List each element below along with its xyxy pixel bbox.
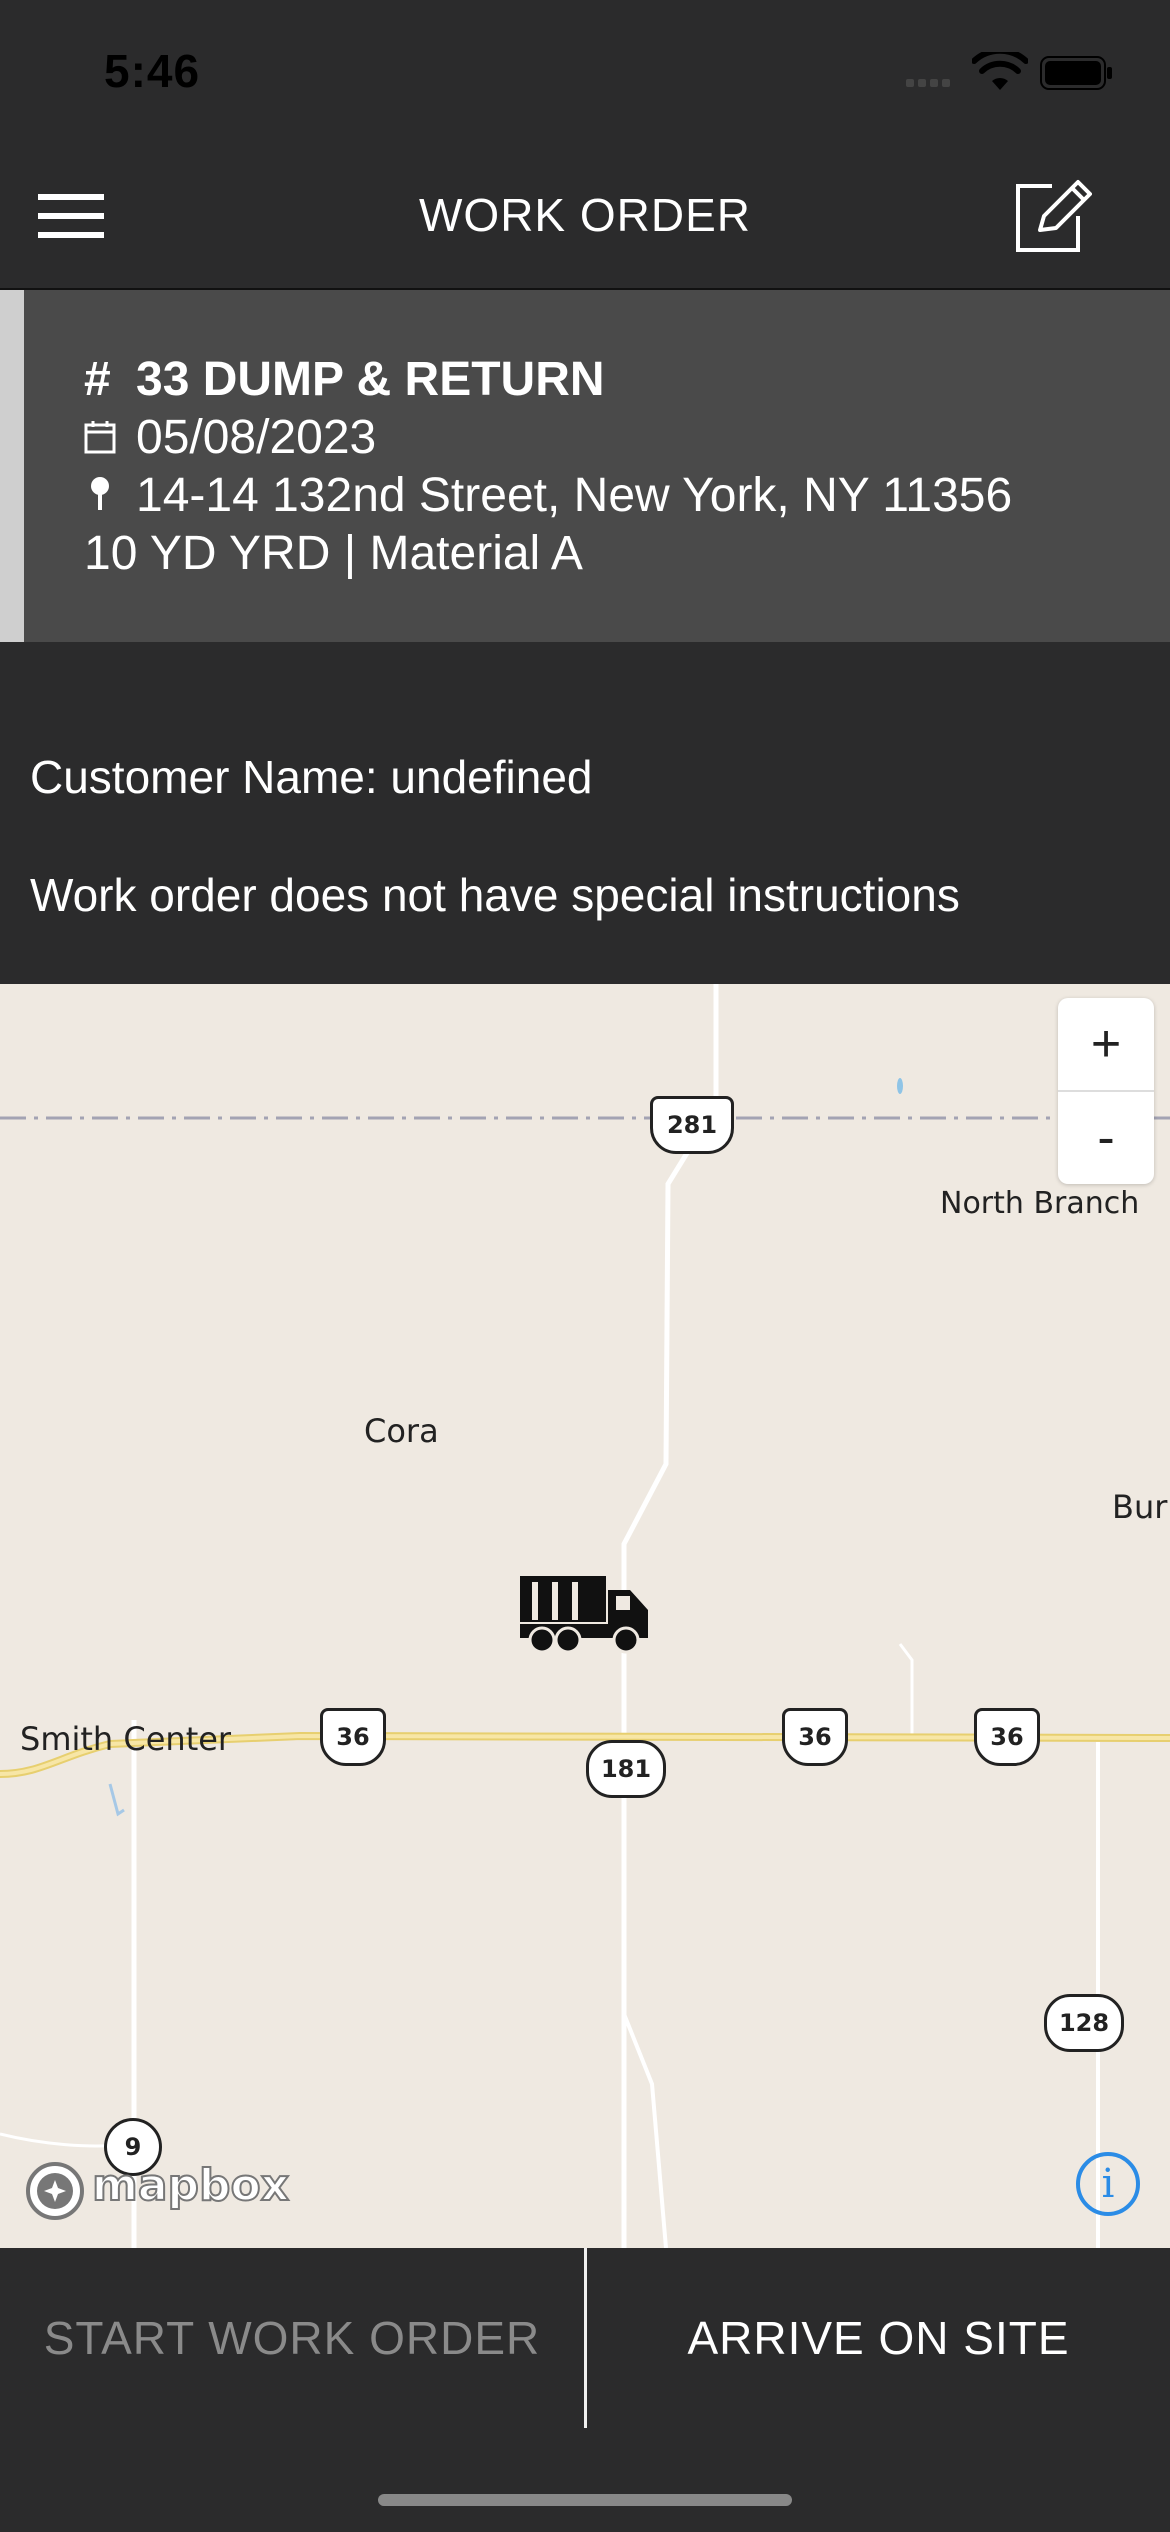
truck-marker-icon[interactable] bbox=[518, 1572, 652, 1656]
order-number-icon: # bbox=[84, 353, 111, 406]
location-pin-icon bbox=[91, 477, 109, 510]
page-title: WORK ORDER bbox=[419, 189, 751, 241]
zoom-in-button[interactable]: + bbox=[1058, 998, 1154, 1090]
order-title: 33 DUMP & RETURN bbox=[136, 353, 605, 406]
route-shield-36: 36 bbox=[974, 1708, 1040, 1766]
customer-name: Customer Name: undefined bbox=[30, 751, 593, 803]
start-work-order-button[interactable]: START WORK ORDER bbox=[0, 2248, 584, 2428]
route-shield-181: 181 bbox=[586, 1740, 666, 1798]
card-accent-bar bbox=[0, 290, 24, 642]
cellular-signal-icon bbox=[906, 74, 954, 92]
map-info-button[interactable]: i bbox=[1076, 2152, 1140, 2216]
zoom-control: + - bbox=[1058, 998, 1154, 1184]
map-label-cora: Cora bbox=[364, 1412, 439, 1450]
work-order-card[interactable] bbox=[0, 290, 1170, 642]
route-shield-128: 128 bbox=[1044, 1994, 1124, 2052]
route-shield-36: 36 bbox=[320, 1708, 386, 1766]
map-label-north-branch: North Branch bbox=[940, 1186, 1140, 1221]
mapbox-logo-icon bbox=[26, 2162, 84, 2220]
order-address: 14-14 132nd Street, New York, NY 11356 bbox=[136, 469, 1013, 522]
arrive-on-site-button[interactable]: ARRIVE ON SITE bbox=[587, 2248, 1170, 2428]
map-view[interactable]: North Branch Cora Bur Smith Center 281 3… bbox=[0, 984, 1170, 2248]
route-shield-36: 36 bbox=[782, 1708, 848, 1766]
mapbox-attribution: mapbox bbox=[91, 2159, 290, 2212]
map-label-bur: Bur bbox=[1112, 1488, 1168, 1526]
route-shield-281: 281 bbox=[650, 1096, 734, 1154]
special-instructions: Work order does not have special instruc… bbox=[30, 869, 960, 921]
calendar-icon bbox=[84, 421, 116, 454]
status-time: 5:46 bbox=[104, 45, 201, 97]
zoom-out-button[interactable]: - bbox=[1058, 1092, 1154, 1184]
battery-icon bbox=[1040, 56, 1112, 90]
wifi-icon bbox=[972, 52, 1028, 90]
order-date: 05/08/2023 bbox=[136, 411, 377, 464]
order-details: 10 YD YRD | Material A bbox=[84, 527, 583, 580]
info-icon: i bbox=[1101, 2161, 1115, 2207]
map-label-smith-center: Smith Center bbox=[20, 1720, 232, 1758]
home-indicator[interactable] bbox=[378, 2494, 792, 2506]
edit-icon[interactable] bbox=[1012, 178, 1092, 254]
